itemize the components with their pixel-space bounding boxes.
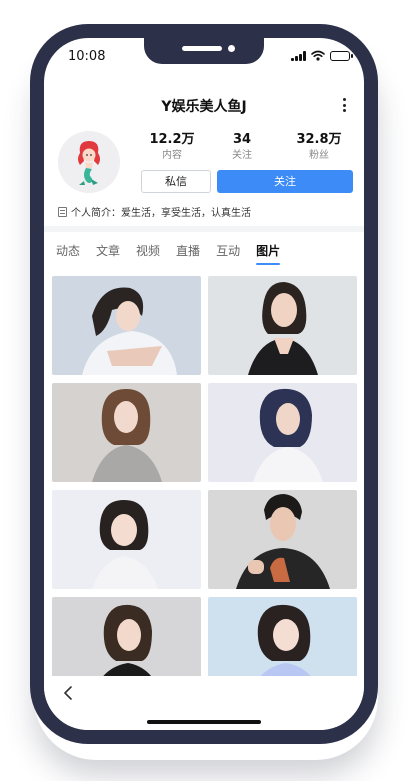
stat-value: 12.2万: [149, 132, 195, 147]
photo-6[interactable]: [208, 490, 357, 589]
stat-value: 34: [232, 132, 252, 147]
wifi-icon: [311, 50, 325, 61]
tab-photos[interactable]: 图片: [256, 242, 281, 265]
tab-videos[interactable]: 视频: [136, 242, 160, 260]
camera: [228, 45, 235, 52]
tab-articles[interactable]: 文章: [96, 242, 120, 260]
stat-value: 32.8万: [296, 132, 342, 147]
tab-interaction[interactable]: 互动: [216, 242, 240, 260]
stat-label: 关注: [232, 150, 252, 161]
bio-text: 个人简介：爱生活，享受生活，认真生活: [71, 208, 251, 219]
notch: [144, 38, 264, 64]
photo-5[interactable]: [52, 490, 201, 589]
tab-feed[interactable]: 动态: [56, 242, 80, 260]
section-divider: [44, 226, 364, 232]
screen: 10:08 Y娱乐美人鱼J 12.2万 内容 34 关注 32.8万 粉丝 私信…: [44, 38, 364, 730]
stat-fans[interactable]: 32.8万 粉丝: [284, 132, 354, 163]
photo-4[interactable]: [208, 383, 357, 482]
message-button[interactable]: 私信: [141, 170, 211, 193]
stat-label: 内容: [162, 150, 182, 161]
mermaid-avatar: [58, 131, 120, 193]
phone-frame: 10:08 Y娱乐美人鱼J 12.2万 内容 34 关注 32.8万 粉丝 私信…: [30, 24, 378, 744]
tab-bar: 动态 文章 视频 直播 互动 图片: [56, 242, 281, 265]
photo-3[interactable]: [52, 383, 201, 482]
photo-grid: [52, 276, 358, 696]
signal-icon: [291, 50, 306, 61]
battery-icon: [330, 50, 353, 61]
stat-following[interactable]: 34 关注: [207, 132, 277, 163]
page-title: Y娱乐美人鱼J: [161, 99, 247, 115]
follow-button[interactable]: 关注: [217, 170, 353, 193]
photo-1[interactable]: [52, 276, 201, 375]
home-indicator[interactable]: [147, 720, 261, 724]
avatar[interactable]: [58, 131, 120, 193]
bottom-bar: [44, 676, 364, 730]
more-vertical-icon[interactable]: [341, 98, 347, 112]
status-icons: [291, 50, 353, 61]
bio-icon: [58, 206, 67, 217]
bio: 个人简介：爱生活，享受生活，认真生活: [58, 204, 251, 219]
tab-live[interactable]: 直播: [176, 242, 200, 260]
photo-2[interactable]: [208, 276, 357, 375]
stat-label: 粉丝: [309, 150, 329, 161]
chevron-left-icon[interactable]: [62, 686, 76, 700]
speaker: [182, 46, 222, 51]
status-time: 10:08: [68, 49, 106, 64]
stat-content[interactable]: 12.2万 内容: [137, 132, 207, 163]
